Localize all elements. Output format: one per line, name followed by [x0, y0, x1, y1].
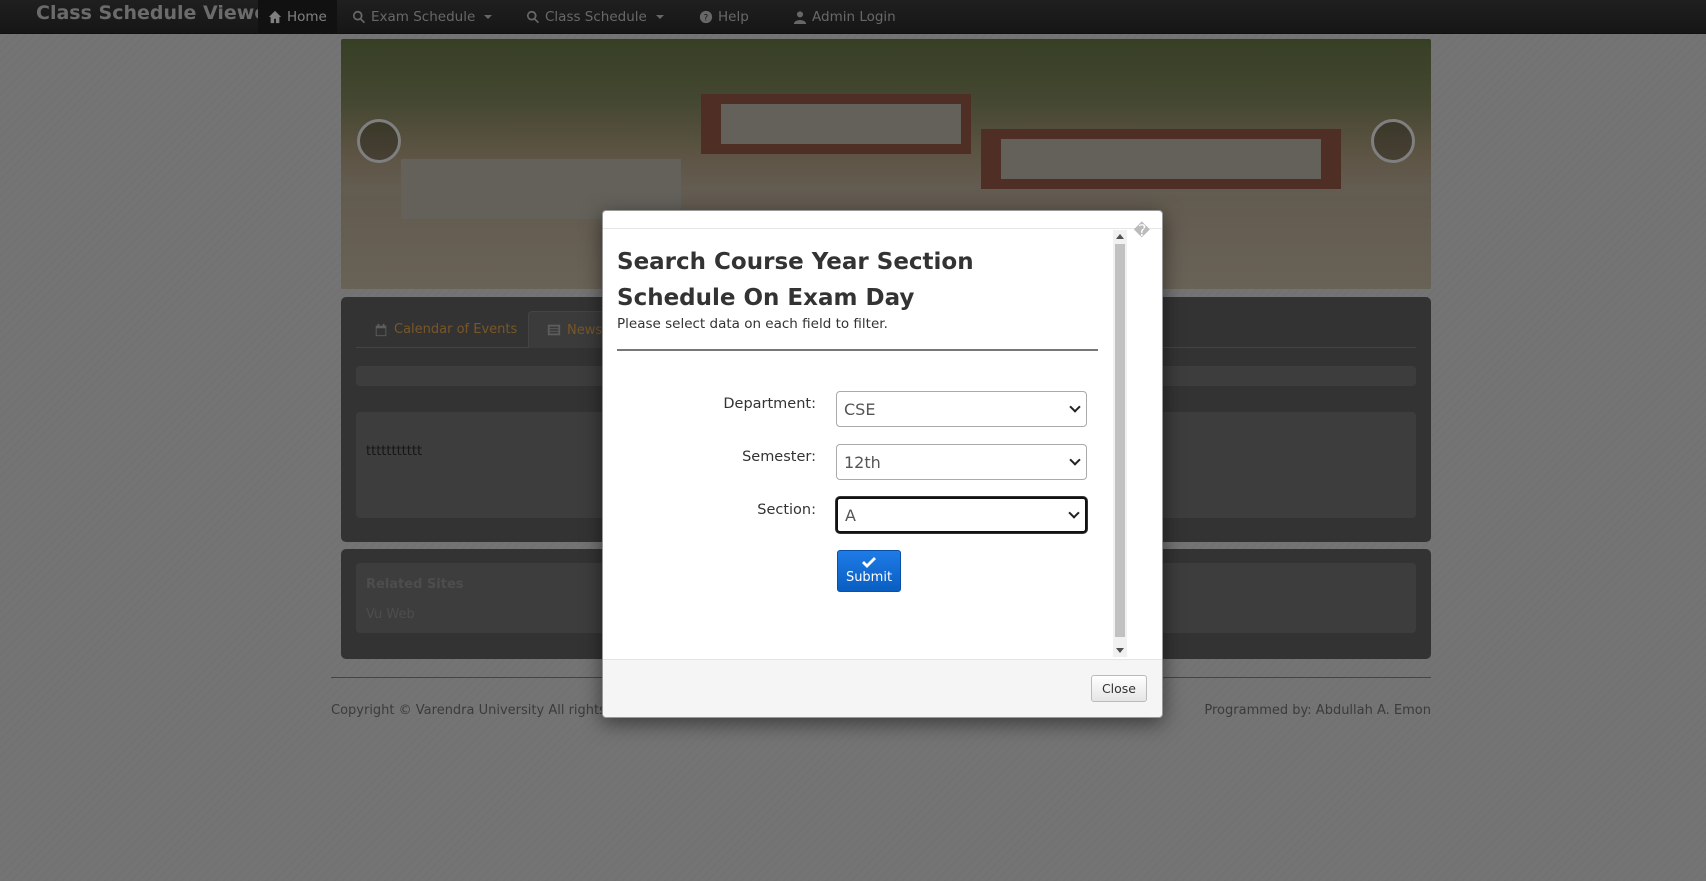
submit-label: Submit [845, 570, 893, 585]
section-value: A [845, 505, 856, 525]
section-label: Section: [757, 502, 816, 518]
modal-title: Search Course Year Section Schedule On E… [617, 249, 974, 311]
chevron-down-icon [1069, 401, 1081, 413]
scroll-down-icon[interactable] [1116, 648, 1124, 653]
modal-subtitle: Please select data on each field to filt… [617, 316, 888, 332]
close-icon[interactable]: � [1134, 221, 1150, 240]
department-label: Department: [723, 396, 816, 412]
scroll-thumb[interactable] [1115, 244, 1125, 637]
semester-value: 12th [844, 452, 881, 472]
semester-select[interactable]: 12th [836, 444, 1087, 480]
section-select[interactable]: A [836, 497, 1087, 533]
modal-scrollbar[interactable] [1113, 230, 1127, 657]
check-icon [862, 557, 876, 568]
scroll-up-icon[interactable] [1116, 234, 1124, 239]
modal-footer: Close [603, 659, 1162, 717]
department-select[interactable]: CSE [836, 391, 1087, 427]
department-value: CSE [844, 399, 876, 419]
close-button[interactable]: Close [1090, 675, 1147, 702]
semester-label: Semester: [742, 449, 816, 465]
chevron-down-icon [1069, 454, 1081, 466]
modal-divider [617, 349, 1098, 351]
submit-button[interactable]: Submit [837, 550, 901, 592]
chevron-down-icon [1068, 507, 1080, 519]
